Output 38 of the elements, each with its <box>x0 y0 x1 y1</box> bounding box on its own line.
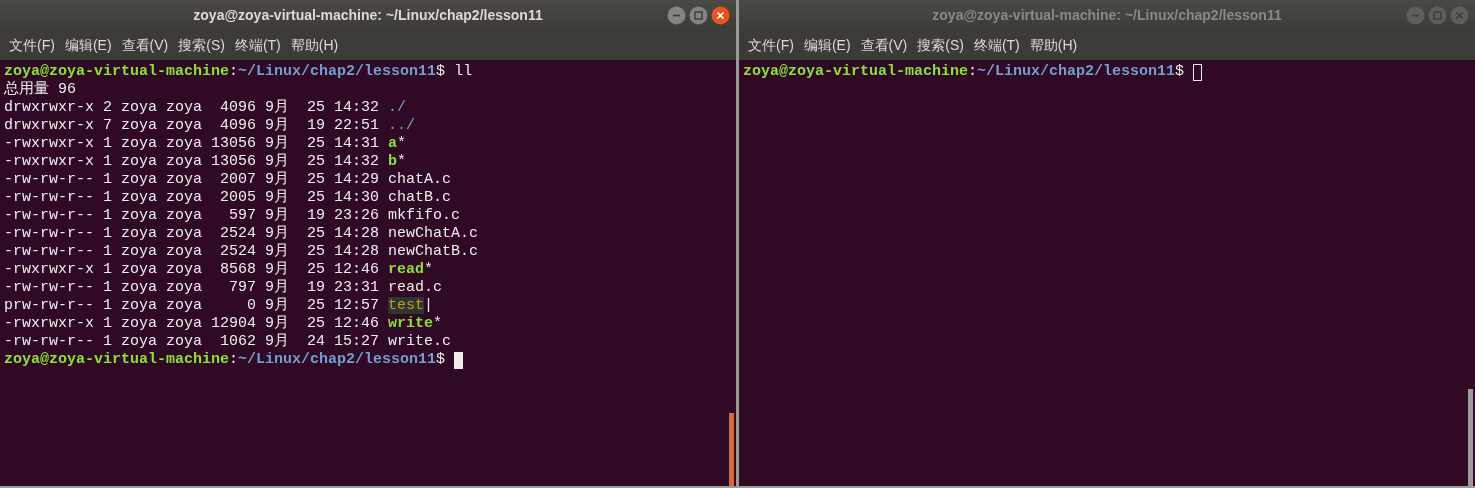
menu-item[interactable]: 搜索(S) <box>173 32 230 59</box>
maximize-button[interactable] <box>1428 6 1447 25</box>
menu-item[interactable]: 帮助(H) <box>285 32 344 59</box>
menu-item[interactable]: 帮助(H) <box>1024 32 1083 59</box>
terminal-line: -rw-rw-r-- 1 zoya zoya 2524 9月 25 14:28 newChatA.c <box>4 225 479 243</box>
menu-item[interactable]: 编辑(E) <box>798 32 856 59</box>
terminal-line: -rw-rw-r-- 1 zoya zoya 2005 9月 25 14:30 chatB.c <box>4 189 452 207</box>
menu-item[interactable]: 文件(F) <box>4 32 60 59</box>
terminal-line: drwxrwxr-x 7 zoya zoya 4096 9月 19 22:51 ../ <box>4 117 416 135</box>
menu-item[interactable]: 查看(V) <box>855 32 913 59</box>
terminal-line: -rwxrwxr-x 1 zoya zoya 13056 9月 25 14:32 b* <box>4 153 407 171</box>
menu-item[interactable]: 终端(T) <box>229 32 286 59</box>
terminal-line: -rw-rw-r-- 1 zoya zoya 2524 9月 25 14:28 newChatB.c <box>4 243 479 261</box>
menu-item[interactable]: 文件(F) <box>743 32 799 59</box>
window-title: zoya@zoya-virtual-machine: ~/Linux/chap2/lesson11 <box>931 6 1283 25</box>
terminal-line: -rw-rw-r-- 1 zoya zoya 2007 9月 25 14:29 chatA.c <box>4 171 452 189</box>
terminal-line: zoya@zoya-virtual-machine:~/Linux/chap2/lesson11$ ll <box>4 63 473 81</box>
terminal-line: -rwxrwxr-x 1 zoya zoya 12904 9月 25 12:46 write* <box>4 315 443 333</box>
terminal-line: -rw-rw-r-- 1 zoya zoya 597 9月 19 23:26 mkfifo.c <box>4 207 461 225</box>
minimize-button[interactable] <box>1406 6 1425 25</box>
terminal-line: drwxrwxr-x 2 zoya zoya 4096 9月 25 14:32 ./ <box>4 99 407 117</box>
terminal-line: -rw-rw-r-- 1 zoya zoya 1062 9月 24 15:27 write.c <box>4 333 452 351</box>
terminal-line: 总用量 96 <box>4 81 76 99</box>
terminal-line: prw-rw-r-- 1 zoya zoya 0 9月 25 12:57 test| <box>4 297 434 315</box>
menu-item[interactable]: 终端(T) <box>968 32 1025 59</box>
terminal-line: zoya@zoya-virtual-machine:~/Linux/chap2/lesson11$ <box>743 63 1186 81</box>
scrollbar-thumb[interactable] <box>729 413 734 486</box>
terminal-line: -rw-rw-r-- 1 zoya zoya 797 9月 19 23:31 read.c <box>4 279 443 297</box>
terminal-line: -rwxrwxr-x 1 zoya zoya 8568 9月 25 12:46 read* <box>4 261 434 279</box>
scrollbar-thumb[interactable] <box>1468 389 1473 486</box>
menu-item[interactable]: 查看(V) <box>116 32 174 59</box>
menu-item[interactable]: 搜索(S) <box>912 32 969 59</box>
window-title: zoya@zoya-virtual-machine: ~/Linux/chap2/lesson11 <box>192 6 544 25</box>
terminal-line: -rwxrwxr-x 1 zoya zoya 13056 9月 25 14:31 a* <box>4 135 407 153</box>
menu-item[interactable]: 编辑(E) <box>59 32 117 59</box>
minimize-button[interactable] <box>667 6 686 25</box>
close-button[interactable] <box>711 6 730 25</box>
terminal-line: zoya@zoya-virtual-machine:~/Linux/chap2/lesson11$ <box>4 351 447 369</box>
